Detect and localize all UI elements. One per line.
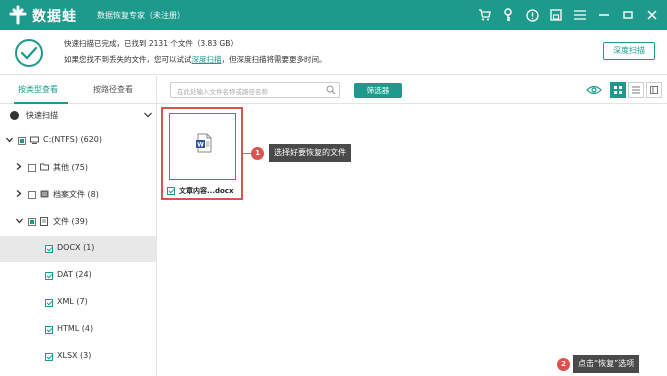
maximize-icon[interactable] — [621, 8, 635, 22]
list-view-button[interactable] — [628, 82, 644, 98]
chevron-down-icon[interactable] — [144, 112, 152, 118]
folder-icon — [40, 163, 49, 173]
hint-prefix: 如果您找不到丢失的文件，您可以试试 — [64, 55, 192, 64]
tree-item[interactable]: DOCX (1) — [0, 236, 156, 262]
tree-item-label: DAT (24) — [57, 270, 92, 279]
scan-result-text: 快速扫描已完成，已找到 2131 个文件（3.83 GB） — [64, 39, 238, 48]
save-icon[interactable] — [549, 8, 563, 22]
preview-eye-icon[interactable] — [586, 84, 602, 96]
scan-status-panel: 快速扫描已完成，已找到 2131 个文件（3.83 GB） 如果您找不到丢失的文… — [0, 30, 667, 75]
drive-icon — [30, 136, 39, 146]
tree-item-label: XML (7) — [57, 297, 88, 306]
key-icon[interactable] — [501, 8, 515, 22]
tree-checkbox[interactable] — [45, 326, 53, 334]
step2-tooltip: 点击“恢复”选项 — [573, 355, 640, 373]
quick-scan-label: 快速扫描 — [26, 111, 58, 120]
file-name-row: 文章内容...docx — [167, 185, 243, 197]
list-icon — [632, 86, 640, 94]
file-name: 文章内容...docx — [179, 187, 234, 195]
search-placeholder: 在此处输入文件名称或路径名称 — [177, 88, 268, 96]
sidebar-divider — [156, 76, 157, 376]
step2-badge: 2 — [557, 358, 570, 371]
grid-icon — [614, 86, 622, 94]
scan-complete-icon — [15, 39, 43, 67]
quick-scan-dropdown[interactable]: 快速扫描 — [0, 105, 156, 127]
tree-checkbox[interactable] — [45, 272, 53, 280]
tree-item-label: DOCX (1) — [57, 243, 95, 252]
titlebar-icons — [477, 6, 659, 24]
tree-item[interactable]: XML (7) — [0, 290, 156, 316]
tree-item-label: 其他 (75) — [53, 163, 88, 172]
thumbnail-view-button[interactable] — [610, 82, 626, 98]
tree-checkbox[interactable] — [45, 245, 53, 253]
deep-scan-button[interactable]: 深度扫描 — [603, 42, 655, 60]
cart-icon[interactable] — [477, 8, 491, 22]
expand-right-icon[interactable] — [16, 190, 22, 199]
hint-suffix: ，但深度扫描将需要更多时间。 — [221, 55, 327, 64]
file-checkbox[interactable] — [167, 187, 175, 195]
detail-view-button[interactable] — [646, 82, 662, 98]
filter-button[interactable]: 筛选器 — [354, 83, 402, 98]
scan-mode-dot-icon — [10, 111, 19, 120]
step1-badge: 1 — [251, 147, 264, 160]
minimize-icon[interactable] — [597, 8, 611, 22]
active-tab-indicator — [14, 102, 68, 104]
tree-item[interactable]: XLSX (3) — [0, 344, 156, 370]
app-subtitle: 数据恢复专家（未注册） — [97, 11, 185, 20]
scan-hint-text: 如果您找不到丢失的文件，您可以试试深度扫描，但深度扫描将需要更多时间。 — [64, 54, 327, 65]
word-document-icon: W — [196, 133, 212, 153]
document-icon — [40, 217, 48, 228]
title-bar: 数据蛙 数据恢复专家（未注册） — [0, 0, 667, 30]
step1-tooltip: 选择好要恢复的文件 — [269, 144, 351, 162]
tree-checkbox[interactable] — [28, 218, 36, 226]
tree-item[interactable]: DAT (24) — [0, 263, 156, 289]
svg-text:W: W — [197, 142, 204, 149]
tab-by-type[interactable]: 按类型查看 — [18, 76, 58, 104]
tree-item-label: C:(NTFS) (620) — [43, 135, 102, 144]
expand-right-icon[interactable] — [16, 163, 22, 172]
tree-item-label: XLSX (3) — [57, 351, 92, 360]
app-logo-text: 数据蛙 — [32, 9, 77, 25]
deep-scan-link[interactable]: 深度扫描 — [192, 55, 222, 64]
annotation-connector — [243, 153, 251, 154]
tree-item-label: 文件 (39) — [53, 217, 88, 226]
tree-checkbox[interactable] — [18, 137, 26, 145]
archive-icon — [40, 190, 49, 200]
file-thumbnail[interactable]: W — [169, 113, 236, 180]
tree-checkbox[interactable] — [45, 353, 53, 361]
search-icon[interactable] — [326, 85, 336, 95]
tab-by-path[interactable]: 按路径查看 — [93, 76, 133, 104]
tree-item[interactable]: HTML (4) — [0, 317, 156, 343]
tree-checkbox[interactable] — [28, 164, 36, 172]
help-icon[interactable] — [525, 8, 539, 22]
tree-item[interactable]: 档案文件 (8) — [0, 182, 156, 208]
tree-item-label: 档案文件 (8) — [53, 190, 99, 199]
tree-item[interactable]: C:(NTFS) (620) — [0, 128, 156, 154]
file-card[interactable]: W 文章内容...docx — [161, 107, 243, 200]
tree-item[interactable]: 文件 (39) — [0, 209, 156, 235]
expand-down-icon[interactable] — [16, 217, 23, 226]
tree-item[interactable]: 其他 (75) — [0, 155, 156, 181]
tree-checkbox[interactable] — [28, 191, 36, 199]
close-icon[interactable] — [645, 8, 659, 22]
menu-icon[interactable] — [573, 8, 587, 22]
logo-icon — [9, 5, 27, 25]
expand-down-icon[interactable] — [6, 136, 13, 145]
tree-item-label: HTML (4) — [57, 324, 94, 333]
search-input[interactable]: 在此处输入文件名称或路径名称 — [170, 82, 340, 98]
columns-icon — [650, 86, 658, 94]
tree-checkbox[interactable] — [45, 299, 53, 307]
